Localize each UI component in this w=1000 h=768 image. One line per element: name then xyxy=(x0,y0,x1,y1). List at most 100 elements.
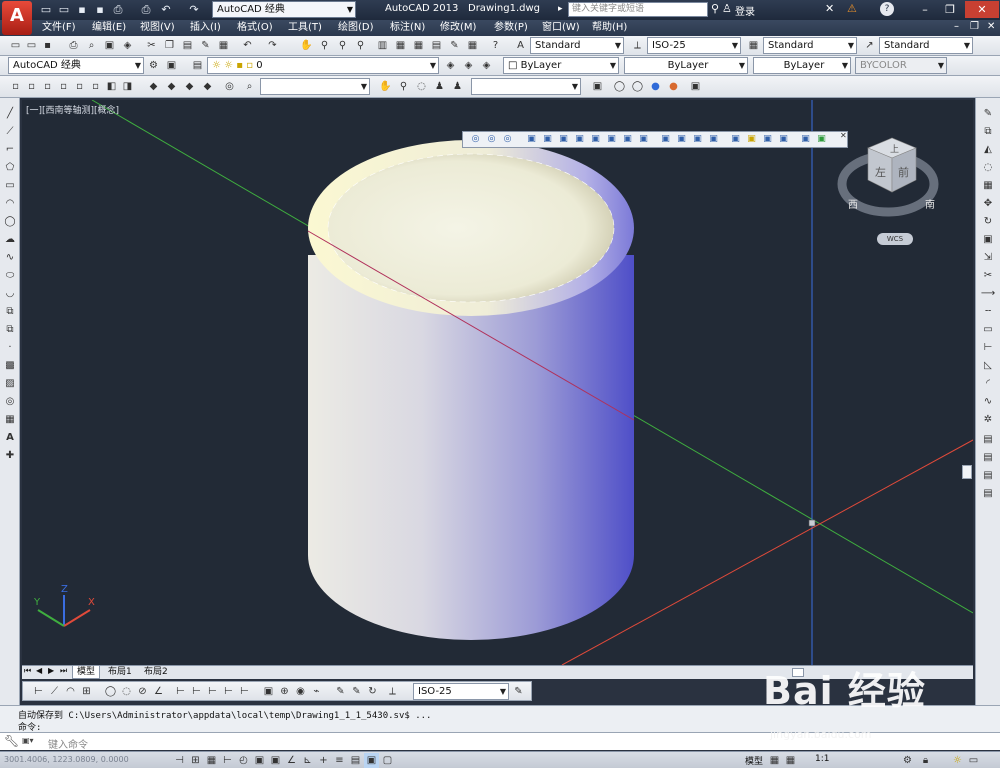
wcs-menu-button[interactable]: WCS xyxy=(877,233,913,245)
paste-icon[interactable]: ▤ xyxy=(180,38,195,53)
save-icon[interactable]: ▪ xyxy=(74,2,90,18)
menu-dimension[interactable]: 标注(N) xyxy=(390,21,425,35)
orbit-pan-icon[interactable]: ✋ xyxy=(378,79,393,94)
workspace-save-icon[interactable]: ▣ xyxy=(164,58,179,73)
3d-print-icon[interactable]: ◈ xyxy=(120,38,135,53)
walk-icon[interactable]: ♟ xyxy=(432,79,447,94)
dyn-icon[interactable]: + xyxy=(316,753,331,768)
layer-select[interactable]: ☼ ☼ ▪ ▫ 0 ▼ xyxy=(207,57,439,74)
properties-icon[interactable]: ▥ xyxy=(375,38,390,53)
osnap-icon[interactable]: ▣ xyxy=(252,753,267,768)
separate-icon[interactable]: ▣ xyxy=(729,133,742,146)
solid-edit-icon[interactable]: ▣ xyxy=(777,133,790,146)
transparency-icon[interactable]: ▤ xyxy=(348,753,363,768)
tab-layout2[interactable]: 布局2 xyxy=(140,666,172,679)
named-views-icon[interactable]: ⌕ xyxy=(242,79,257,94)
linetype-select[interactable]: ByLayer ▼ xyxy=(624,57,748,74)
calculator-icon[interactable]: ▦ xyxy=(465,38,480,53)
pan-icon[interactable]: ✋ xyxy=(299,38,314,53)
extend-icon[interactable]: ⟶ xyxy=(980,286,996,302)
revcloud-icon[interactable]: ☁ xyxy=(2,232,18,248)
shade-wire-icon[interactable]: ◯ xyxy=(612,79,627,94)
rectangle-icon[interactable]: ▭ xyxy=(2,178,18,194)
dim-text-edit-icon[interactable]: ✎ xyxy=(349,684,364,699)
dim-style-select-bottom[interactable]: ISO-25 ▼ xyxy=(413,683,509,700)
gradient-icon[interactable]: ▨ xyxy=(2,376,18,392)
table-icon[interactable]: ▦ xyxy=(2,412,18,428)
explode-icon[interactable]: ✲ xyxy=(980,412,996,428)
menu-modify[interactable]: 修改(M) xyxy=(440,21,476,35)
workspace-combo[interactable]: AutoCAD 经典 ▼ xyxy=(212,1,356,18)
qp-icon[interactable]: ▣ xyxy=(364,753,379,768)
ducs-icon[interactable]: ⊾ xyxy=(300,753,315,768)
ellipse-arc-icon[interactable]: ◡ xyxy=(2,286,18,302)
blend-icon[interactable]: ∿ xyxy=(980,394,996,410)
circle-icon[interactable]: ◯ xyxy=(2,214,18,230)
search-input[interactable]: 键入关键字或短语 xyxy=(568,2,708,17)
join-icon[interactable]: ⊢ xyxy=(980,340,996,356)
help-icon[interactable]: ? xyxy=(880,2,894,16)
plotstyle-select[interactable]: BYCOLOR ▼ xyxy=(855,57,947,74)
visual-2d-icon[interactable]: ◆ xyxy=(146,79,161,94)
check-icon[interactable]: ▣ xyxy=(761,133,774,146)
new-icon[interactable]: ▭ xyxy=(8,38,23,53)
draw-order-icon[interactable]: ▤ xyxy=(980,432,996,448)
menu-minimize-icon[interactable]: – xyxy=(954,21,959,32)
named-view-select[interactable]: ▼ xyxy=(260,78,370,95)
tab-layout1[interactable]: 布局1 xyxy=(104,666,136,679)
design-center-icon[interactable]: ▦ xyxy=(393,38,408,53)
dim-arc-icon[interactable]: ◠ xyxy=(63,684,78,699)
move-faces-icon[interactable]: ▣ xyxy=(541,133,554,146)
clean-icon[interactable]: ▣ xyxy=(707,133,720,146)
offset-icon[interactable]: ◌ xyxy=(980,160,996,176)
vertical-scrollbar-thumb[interactable] xyxy=(962,465,972,479)
zoom-window-icon[interactable]: ⚲ xyxy=(335,38,350,53)
infer-constraints-icon[interactable]: ⊣ xyxy=(172,753,187,768)
redo-icon[interactable]: ↷ xyxy=(265,38,280,53)
plot-icon[interactable]: ⎙ xyxy=(110,2,126,18)
layout-icon[interactable]: ▦ xyxy=(767,753,782,768)
visual-styles-manager-icon[interactable]: ▣ xyxy=(688,79,703,94)
app-logo-button[interactable]: A xyxy=(2,1,32,35)
ortho-icon[interactable]: ⊢ xyxy=(220,753,235,768)
model-viewport[interactable]: 上 左 前 西 南 Z X Y [一][西南等轴测][概念] ◎ ◎ ◎ ▣ ▣… xyxy=(22,100,973,665)
view-sw-icon[interactable]: ◧ xyxy=(104,79,119,94)
erase-icon[interactable]: ✎ xyxy=(980,106,996,122)
tab-last-icon[interactable]: ⏭ xyxy=(60,666,67,676)
view-front-icon[interactable]: ▫ xyxy=(72,79,87,94)
visual-realistic-icon[interactable]: ◆ xyxy=(182,79,197,94)
union-icon[interactable]: ◎ xyxy=(469,133,482,146)
layer-properties-icon[interactable]: ▤ xyxy=(190,58,205,73)
dim-style-select[interactable]: ISO-25 ▼ xyxy=(647,37,741,54)
tab-prev-icon[interactable]: ◀ xyxy=(36,666,42,675)
login-link[interactable]: 登录 xyxy=(735,3,755,18)
wrench-icon[interactable]: 🔧︎ xyxy=(4,734,19,748)
mirror-icon[interactable]: ◭ xyxy=(980,142,996,158)
shade-conceptual-icon[interactable]: ● xyxy=(666,79,681,94)
ellipse-icon[interactable]: ⬭ xyxy=(2,268,18,284)
markup-icon[interactable]: ✎ xyxy=(447,38,462,53)
shade-realistic-icon[interactable]: ● xyxy=(648,79,663,94)
table-style-icon[interactable]: ▦ xyxy=(746,38,761,53)
isolate-icon[interactable]: ☼ xyxy=(950,753,965,768)
coordinates-readout[interactable]: 3001.4006, 1223.0809, 0.0000 xyxy=(4,755,129,764)
array-icon[interactable]: ▦ xyxy=(980,178,996,194)
undo-icon[interactable]: ↶ xyxy=(158,2,174,18)
add-selected-icon[interactable]: ✚ xyxy=(2,448,18,464)
lweight-icon[interactable]: ≡ xyxy=(332,753,347,768)
color-faces-icon[interactable]: ▣ xyxy=(637,133,650,146)
copy-faces-icon[interactable]: ▣ xyxy=(621,133,634,146)
dim-aligned-icon[interactable]: ⟋ xyxy=(47,684,62,699)
new-icon[interactable]: ▭ xyxy=(38,2,54,18)
polyline-icon[interactable]: ⌐ xyxy=(2,142,18,158)
floatbar-close-icon[interactable]: ✕ xyxy=(840,131,847,140)
subtract-icon[interactable]: ◎ xyxy=(485,133,498,146)
jogged-linear-icon[interactable]: ⌁ xyxy=(309,684,324,699)
dim-linear-icon[interactable]: ⊢ xyxy=(31,684,46,699)
fillet-icon[interactable]: ◜ xyxy=(980,376,996,392)
quick-view-icon[interactable]: ▦ xyxy=(783,753,798,768)
intersect-icon[interactable]: ◎ xyxy=(501,133,514,146)
camera-icon[interactable]: ◎ xyxy=(222,79,237,94)
make-current-layer-icon[interactable]: ◈ xyxy=(443,58,458,73)
arc-icon[interactable]: ◠ xyxy=(2,196,18,212)
